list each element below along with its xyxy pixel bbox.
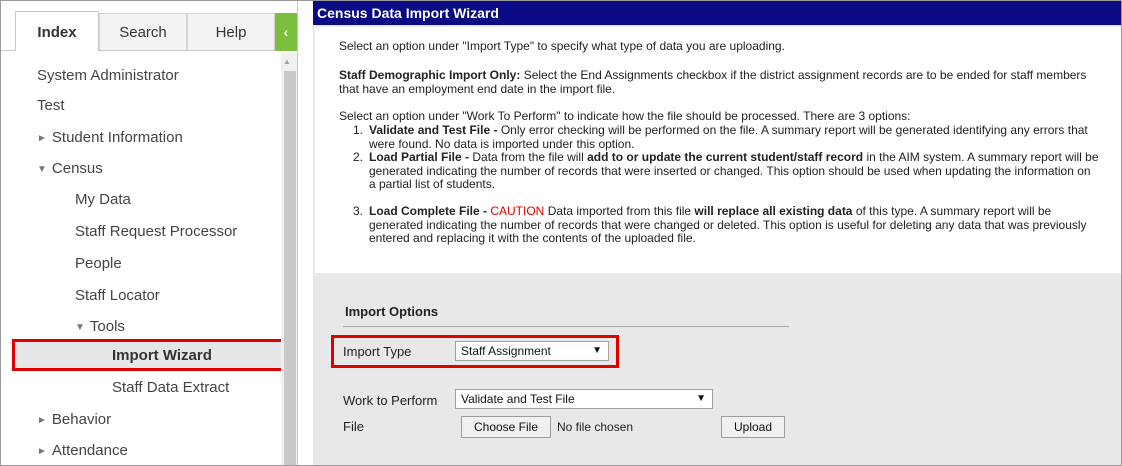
sidebar-item-label: People bbox=[75, 255, 122, 272]
work-intro-text: Select an option under "Work To Perform"… bbox=[339, 109, 911, 123]
collapse-arrow-icon: ▼ bbox=[75, 322, 85, 333]
main-panel: Census Data Import Wizard Select an opti… bbox=[313, 1, 1121, 465]
sidebar-item-system-administrator[interactable]: System Administrator bbox=[37, 67, 179, 84]
sidebar-item-label: System Administrator bbox=[37, 67, 179, 84]
option-title: Load Complete File - bbox=[369, 204, 488, 218]
option-title: Validate and Test File - bbox=[369, 123, 498, 137]
choose-file-button[interactable]: Choose File bbox=[461, 416, 551, 438]
staff-demographic-note: Staff Demographic Import Only: Select th… bbox=[339, 68, 1099, 96]
tab-search[interactable]: Search bbox=[99, 13, 187, 51]
sidebar-item-tools[interactable]: ▼ Tools bbox=[75, 318, 125, 335]
expand-arrow-icon: ► bbox=[37, 133, 47, 144]
sidebar-item-student-information[interactable]: ► Student Information bbox=[37, 129, 183, 146]
sidebar-item-label: Test bbox=[37, 97, 65, 114]
sidebar: Index Search Help ‹ System Administrator… bbox=[1, 1, 298, 465]
page-title: Census Data Import Wizard bbox=[313, 1, 1121, 25]
selected-item-highlight bbox=[12, 339, 295, 371]
option-number: 3. bbox=[353, 204, 364, 218]
no-file-chosen-text: No file chosen bbox=[557, 420, 634, 434]
tab-help[interactable]: Help bbox=[187, 13, 275, 51]
collapse-arrow-icon: ▼ bbox=[37, 164, 47, 175]
option-load-partial: 2. Load Partial File - Data from the file… bbox=[353, 150, 1099, 192]
file-label: File bbox=[343, 419, 364, 434]
option-text: Data from the file will bbox=[469, 150, 588, 164]
import-type-value: Staff Assignment bbox=[461, 344, 551, 358]
chevron-down-icon: ▼ bbox=[592, 345, 602, 356]
import-type-select[interactable]: Staff Assignment ▼ bbox=[455, 341, 609, 361]
option-title: Load Partial File - bbox=[369, 150, 470, 164]
sidebar-menu: System Administrator Test ► Student Infor… bbox=[1, 53, 277, 465]
upload-button[interactable]: Upload bbox=[721, 416, 785, 438]
sidebar-item-people[interactable]: People bbox=[75, 255, 122, 272]
sidebar-item-label: Tools bbox=[89, 318, 125, 335]
sidebar-scrollbar-thumb[interactable] bbox=[284, 71, 296, 465]
option-text: Data imported from this file bbox=[544, 204, 695, 218]
sidebar-item-staff-locator[interactable]: Staff Locator bbox=[75, 287, 160, 304]
option-number: 1. bbox=[353, 123, 364, 137]
import-options-heading: Import Options bbox=[345, 304, 439, 319]
tab-divider bbox=[1, 50, 15, 51]
instructions-panel: Select an option under "Import Type" to … bbox=[315, 27, 1121, 273]
import-type-label: Import Type bbox=[343, 344, 412, 359]
sidebar-item-label: Staff Locator bbox=[75, 287, 160, 304]
tab-index[interactable]: Index bbox=[15, 11, 99, 51]
work-to-perform-select[interactable]: Validate and Test File ▼ bbox=[455, 389, 713, 409]
sidebar-item-label: Staff Request Processor bbox=[75, 223, 238, 240]
sidebar-item-census[interactable]: ▼ Census bbox=[37, 160, 103, 177]
option-number: 2. bbox=[353, 150, 364, 164]
option-emphasis: add to or update the current student/sta… bbox=[587, 150, 864, 164]
staff-note-heading: Staff Demographic Import Only: bbox=[339, 68, 521, 82]
scroll-up-icon[interactable]: ▲ bbox=[283, 57, 291, 66]
work-to-perform-label: Work to Perform bbox=[343, 393, 438, 408]
chevron-down-icon: ▼ bbox=[696, 393, 706, 404]
sidebar-item-test[interactable]: Test bbox=[37, 97, 65, 114]
intro-text: Select an option under "Import Type" to … bbox=[339, 39, 785, 53]
sidebar-item-label: Student Information bbox=[51, 129, 183, 146]
caution-text: CAUTION bbox=[487, 204, 545, 218]
option-validate: 1. Validate and Test File - Only error ch… bbox=[353, 123, 1099, 151]
option-load-complete: 3. Load Complete File - CAUTION Data impo… bbox=[353, 204, 1099, 246]
sidebar-tabs: Index Search Help ‹ bbox=[1, 1, 297, 51]
import-options-divider bbox=[343, 326, 789, 327]
sidebar-item-label: Census bbox=[51, 160, 103, 177]
work-to-perform-value: Validate and Test File bbox=[461, 392, 575, 406]
sidebar-item-staff-request-processor[interactable]: Staff Request Processor bbox=[75, 223, 237, 240]
app-window: Index Search Help ‹ System Administrator… bbox=[0, 0, 1122, 466]
chevron-left-icon: ‹ bbox=[283, 24, 289, 40]
option-emphasis: will replace all existing data bbox=[694, 204, 853, 218]
sidebar-item-label: My Data bbox=[75, 191, 131, 208]
sidebar-item-my-data[interactable]: My Data bbox=[75, 191, 131, 208]
collapse-sidebar-button[interactable]: ‹ bbox=[275, 13, 297, 51]
